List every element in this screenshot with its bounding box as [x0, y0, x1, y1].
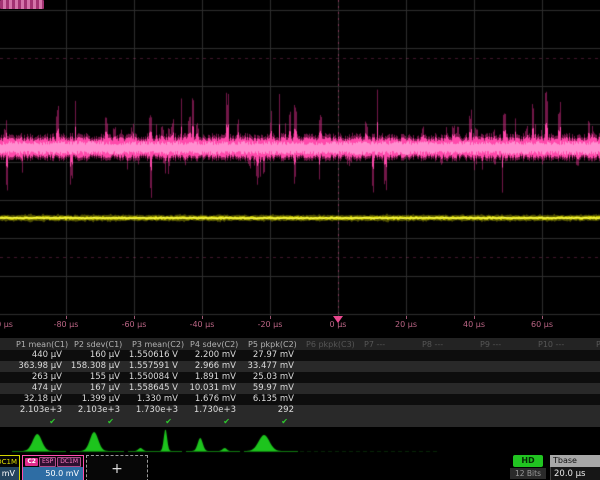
measure-value-row: 2.103e+32.103e+31.730e+31.730e+3292 [0, 405, 600, 416]
measure-value-cell: 292 [242, 405, 300, 416]
measure-header-cell[interactable]: P11 [590, 339, 600, 350]
c2-coupling-badge: DC1M [57, 457, 81, 467]
descriptor-bar: DC1M 10.0 mV C2 ESP DC1M 50.0 mV + HD 12… [0, 454, 600, 480]
time-axis-tick [202, 316, 203, 319]
c2-scale-value: 50.0 mV [23, 467, 83, 480]
time-axis-label: -80 µs [54, 320, 79, 329]
time-axis-tick [474, 316, 475, 319]
measure-value-cell: 2.103e+3 [10, 405, 68, 416]
measure-value-cell: 1.550084 V [126, 372, 184, 383]
measure-value-cell: 1.676 mV [184, 394, 242, 405]
time-axis-label: 20 µs [395, 320, 417, 329]
measure-table: P1 mean(C1)P2 sdev(C1)P3 mean(C2)P4 sdev… [0, 338, 600, 427]
timebase-value: 20.0 µs [550, 467, 600, 480]
measure-header-cell[interactable]: P6 pkpk(C3) [300, 339, 358, 350]
c1-coupling-label: DC1M [0, 458, 17, 466]
measure-value-cell: 1.550616 V [126, 350, 184, 361]
status-check-icon: ✔ [10, 416, 68, 427]
c2-esp-badge: ESP [39, 457, 56, 467]
trigger-position-marker[interactable] [333, 316, 343, 323]
time-axis-label: 40 µs [463, 320, 485, 329]
measure-header-cell[interactable]: P8 --- [416, 339, 474, 350]
measure-value-cell: 1.730e+3 [184, 405, 242, 416]
measure-value-cell: 27.97 mV [242, 350, 300, 361]
c2-id-badge: C2 [25, 458, 38, 466]
time-axis-tick [270, 316, 271, 319]
measure-value-cell: 1.730e+3 [126, 405, 184, 416]
measure-value-cell: 33.477 mV [242, 361, 300, 372]
measure-value-cell: 25.03 mV [242, 372, 300, 383]
top-left-pink-badge [0, 0, 44, 9]
channel-box-c1[interactable]: DC1M 10.0 mV [0, 455, 20, 480]
measure-value-cell: 167 µV [68, 383, 126, 394]
measure-header-cell[interactable]: P5 pkpk(C2) [242, 339, 300, 350]
time-axis-tick [406, 316, 407, 319]
measure-value-cell: 59.97 mV [242, 383, 300, 394]
timebase-box[interactable]: Tbase 20.0 µs [550, 455, 600, 480]
channel-box-c2[interactable]: C2 ESP DC1M 50.0 mV [22, 455, 84, 480]
measure-value-cell: 1.557591 V [126, 361, 184, 372]
measure-header-cell[interactable]: P10 --- [532, 339, 590, 350]
measure-value-cell: 1.399 µV [68, 394, 126, 405]
time-axis-label: -20 µs [258, 320, 283, 329]
measure-value-cell: 1.891 mV [184, 372, 242, 383]
measure-value-cell: 6.135 mV [242, 394, 300, 405]
measure-value-cell: 474 µV [10, 383, 68, 394]
measure-header-cell[interactable]: P4 sdev(C2) [184, 339, 242, 350]
measure-header-cell[interactable]: P2 sdev(C1) [68, 339, 126, 350]
measure-header-cell[interactable]: P3 mean(C2) [126, 339, 184, 350]
measure-status-row: ✔✔✔✔✔ [0, 416, 600, 427]
status-check-icon: ✔ [68, 416, 126, 427]
hd-mode-badge[interactable]: HD [513, 455, 543, 467]
timebase-title: Tbase [550, 455, 600, 467]
measure-value-row: 474 µV167 µV1.558645 V10.031 mV59.97 mV [0, 383, 600, 394]
status-check-icon: ✔ [242, 416, 300, 427]
measure-value-cell: 32.18 µV [10, 394, 68, 405]
measure-header-row: P1 mean(C1)P2 sdev(C1)P3 mean(C2)P4 sdev… [0, 338, 600, 350]
hd-bits-label: 12 Bits [510, 468, 546, 479]
status-check-icon: ✔ [184, 416, 242, 427]
time-axis-label: -40 µs [190, 320, 215, 329]
time-axis: -100 µs-80 µs-60 µs-40 µs-20 µs0 µs20 µs… [0, 316, 600, 334]
waveform-grid-canvas[interactable] [0, 0, 600, 316]
histicon-strip [0, 429, 600, 454]
measure-value-row: 440 µV160 µV1.550616 V2.200 mV27.97 mV [0, 350, 600, 361]
measure-header-cell[interactable]: P1 mean(C1) [10, 339, 68, 350]
measure-value-row: 263 µV155 µV1.550084 V1.891 mV25.03 mV [0, 372, 600, 383]
measure-header-cell[interactable]: P7 --- [358, 339, 416, 350]
time-axis-tick [134, 316, 135, 319]
measure-value-cell: 2.200 mV [184, 350, 242, 361]
measure-value-cell: 1.558645 V [126, 383, 184, 394]
measure-value-cell: 1.330 mV [126, 394, 184, 405]
time-axis-tick [66, 316, 67, 319]
measure-value-row: 363.98 µV158.308 µV1.557591 V2.966 mV33.… [0, 361, 600, 372]
time-axis-tick [542, 316, 543, 319]
measure-value-cell: 160 µV [68, 350, 126, 361]
measure-value-cell: 440 µV [10, 350, 68, 361]
measure-value-cell: 2.966 mV [184, 361, 242, 372]
measure-value-cell: 155 µV [68, 372, 126, 383]
measure-value-row: 32.18 µV1.399 µV1.330 mV1.676 mV6.135 mV [0, 394, 600, 405]
measure-value-cell: 363.98 µV [10, 361, 68, 372]
measure-value-cell: 2.103e+3 [68, 405, 126, 416]
oscilloscope-screen: -100 µs-80 µs-60 µs-40 µs-20 µs0 µs20 µs… [0, 0, 600, 480]
measure-value-cell: 158.308 µV [68, 361, 126, 372]
measure-header-cell[interactable]: P9 --- [474, 339, 532, 350]
time-axis-label: 60 µs [531, 320, 553, 329]
time-axis-label: -60 µs [122, 320, 147, 329]
measure-value-cell: 10.031 mV [184, 383, 242, 394]
measure-value-cell: 263 µV [10, 372, 68, 383]
c1-scale-value: 10.0 mV [0, 467, 19, 480]
add-trace-button[interactable]: + [86, 455, 148, 480]
status-check-icon: ✔ [126, 416, 184, 427]
time-axis-label: -100 µs [0, 320, 13, 329]
